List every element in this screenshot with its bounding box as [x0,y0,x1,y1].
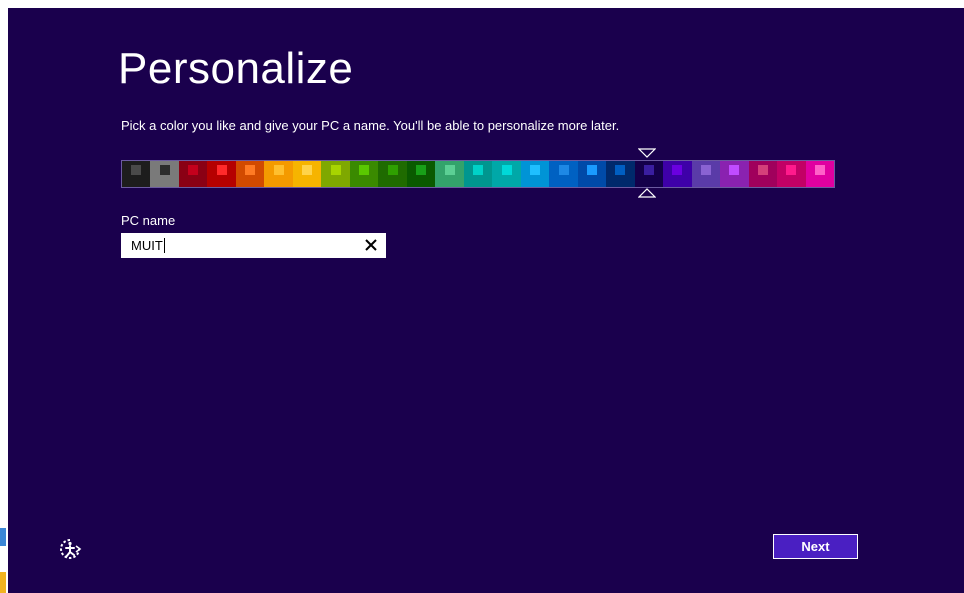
color-swatch[interactable] [492,161,521,187]
color-swatch[interactable] [378,161,407,187]
swatch-dot [473,165,484,175]
color-swatch[interactable] [122,161,151,187]
color-swatch[interactable] [150,161,179,187]
color-swatch[interactable] [805,161,835,187]
swatch-dot [416,165,427,175]
color-swatch[interactable] [663,161,692,187]
color-swatch[interactable] [634,161,664,187]
swatch-dot [757,165,768,175]
swatch-dot [330,165,341,175]
color-swatch[interactable] [720,161,749,187]
color-swatch[interactable] [264,161,293,187]
swatch-dot [188,165,199,175]
color-swatch[interactable] [463,161,493,187]
swatch-dot [444,165,455,175]
color-picker[interactable] [121,160,835,188]
swatch-dot [729,165,740,175]
swatch-dot [586,165,597,175]
swatch-dot [814,165,825,175]
swatch-dot [245,165,256,175]
triangle-down-icon [638,148,656,158]
color-swatch[interactable] [178,161,208,187]
swatch-dot [159,165,170,175]
pc-name-label: PC name [121,213,176,228]
swatch-dot [501,165,512,175]
swatch-dot [387,165,398,175]
swatch-dot [643,165,654,175]
color-swatch[interactable] [691,161,721,187]
swatch-dot [359,165,370,175]
swatch-dot [672,165,683,175]
pc-name-field-wrapper [121,233,386,258]
triangle-up-icon [638,188,656,198]
color-swatch[interactable] [321,161,350,187]
color-swatch[interactable] [777,161,806,187]
left-edge-strip [0,0,8,593]
color-swatch[interactable] [207,161,236,187]
color-swatch[interactable] [349,161,379,187]
swatch-dot [786,165,797,175]
color-swatch[interactable] [520,161,550,187]
next-button[interactable]: Next [773,534,858,559]
setup-screen: Personalize Pick a color you like and gi… [8,8,964,593]
color-swatch[interactable] [549,161,578,187]
swatch-dot [131,165,142,175]
ease-of-access-icon[interactable] [58,537,82,561]
color-swatch[interactable] [435,161,464,187]
swatch-dot [273,165,284,175]
swatch-dot [700,165,711,175]
color-swatch[interactable] [406,161,436,187]
swatch-dot [302,165,313,175]
color-swatch[interactable] [748,161,778,187]
edge-yellow-mark [0,572,6,593]
swatch-dot [558,165,569,175]
text-caret [163,238,165,253]
swatch-dot [216,165,227,175]
edge-blue-mark [0,528,6,546]
swatch-dot [530,165,541,175]
color-swatch[interactable] [235,161,265,187]
color-swatch[interactable] [606,161,635,187]
pc-name-input[interactable] [121,233,351,258]
page-subtitle: Pick a color you like and give your PC a… [121,118,620,133]
page-title: Personalize [118,44,354,93]
color-swatch[interactable] [577,161,607,187]
close-icon[interactable] [364,238,378,252]
color-swatch[interactable] [292,161,322,187]
swatch-dot [615,165,626,175]
